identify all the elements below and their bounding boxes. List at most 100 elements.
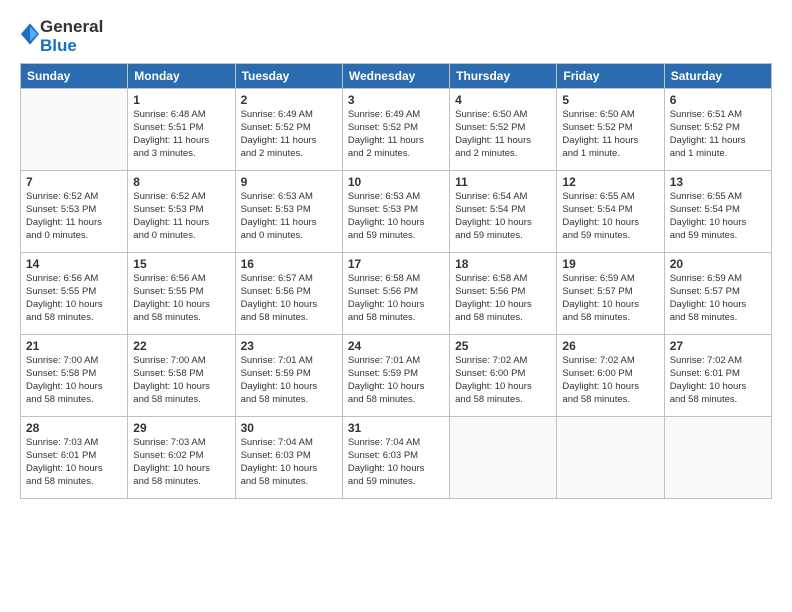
- day-number: 23: [241, 339, 337, 353]
- calendar-cell: 17Sunrise: 6:58 AM Sunset: 5:56 PM Dayli…: [342, 253, 449, 335]
- calendar-cell: 26Sunrise: 7:02 AM Sunset: 6:00 PM Dayli…: [557, 335, 664, 417]
- calendar-cell: 16Sunrise: 6:57 AM Sunset: 5:56 PM Dayli…: [235, 253, 342, 335]
- calendar-cell: 5 Sunrise: 6:50 AM Sunset: 5:52 PM Daylig…: [557, 89, 664, 171]
- calendar-cell: 9 Sunrise: 6:53 AM Sunset: 5:53 PM Daylig…: [235, 171, 342, 253]
- calendar-cell: 24 Sunrise: 7:01 AM Sunset: 5:59 PM Dayli…: [342, 335, 449, 417]
- day-info: Sunrise: 7:01 AM Sunset: 5:59 PM Dayligh…: [241, 355, 337, 406]
- calendar-cell: 11 Sunrise: 6:54 AM Sunset: 5:54 PM Dayli…: [450, 171, 557, 253]
- calendar-cell: 6 Sunrise: 6:51 AM Sunset: 5:52 PM Daylig…: [664, 89, 771, 171]
- day-number: 28: [26, 421, 122, 435]
- day-number: 9: [241, 175, 337, 189]
- day-info: Sunrise: 7:02 AM Sunset: 6:00 PM Dayligh…: [455, 355, 551, 406]
- day-number: 4: [455, 93, 551, 107]
- calendar-week-4: 28Sunrise: 7:03 AM Sunset: 6:01 PM Dayli…: [21, 417, 772, 499]
- calendar-cell: 25Sunrise: 7:02 AM Sunset: 6:00 PM Dayli…: [450, 335, 557, 417]
- logo-line1: General: [40, 18, 103, 37]
- day-info: Sunrise: 6:57 AM Sunset: 5:56 PM Dayligh…: [241, 273, 337, 324]
- day-info: Sunrise: 6:58 AM Sunset: 5:56 PM Dayligh…: [455, 273, 551, 324]
- header-saturday: Saturday: [664, 64, 771, 89]
- calendar-week-1: 7 Sunrise: 6:52 AM Sunset: 5:53 PM Daylig…: [21, 171, 772, 253]
- day-number: 10: [348, 175, 444, 189]
- calendar-cell: 21Sunrise: 7:00 AM Sunset: 5:58 PM Dayli…: [21, 335, 128, 417]
- day-number: 8: [133, 175, 229, 189]
- calendar-cell: 3Sunrise: 6:49 AM Sunset: 5:52 PM Daylig…: [342, 89, 449, 171]
- calendar-cell: [450, 417, 557, 499]
- calendar-cell: 15Sunrise: 6:56 AM Sunset: 5:55 PM Dayli…: [128, 253, 235, 335]
- day-info: Sunrise: 6:51 AM Sunset: 5:52 PM Dayligh…: [670, 109, 766, 160]
- calendar-cell: 31Sunrise: 7:04 AM Sunset: 6:03 PM Dayli…: [342, 417, 449, 499]
- day-number: 12: [562, 175, 658, 189]
- calendar-cell: 20Sunrise: 6:59 AM Sunset: 5:57 PM Dayli…: [664, 253, 771, 335]
- day-info: Sunrise: 6:50 AM Sunset: 5:52 PM Dayligh…: [562, 109, 658, 160]
- calendar-cell: 2 Sunrise: 6:49 AM Sunset: 5:52 PM Daylig…: [235, 89, 342, 171]
- day-info: Sunrise: 6:55 AM Sunset: 5:54 PM Dayligh…: [670, 191, 766, 242]
- day-number: 18: [455, 257, 551, 271]
- calendar-cell: [557, 417, 664, 499]
- header: General Blue: [20, 18, 772, 55]
- calendar-cell: 27 Sunrise: 7:02 AM Sunset: 6:01 PM Dayli…: [664, 335, 771, 417]
- day-number: 3: [348, 93, 444, 107]
- day-info: Sunrise: 7:02 AM Sunset: 6:01 PM Dayligh…: [670, 355, 766, 406]
- calendar-cell: 22 Sunrise: 7:00 AM Sunset: 5:58 PM Dayli…: [128, 335, 235, 417]
- calendar-cell: 7 Sunrise: 6:52 AM Sunset: 5:53 PM Daylig…: [21, 171, 128, 253]
- calendar-cell: [664, 417, 771, 499]
- day-number: 5: [562, 93, 658, 107]
- day-number: 11: [455, 175, 551, 189]
- calendar-cell: 13Sunrise: 6:55 AM Sunset: 5:54 PM Dayli…: [664, 171, 771, 253]
- logo-line2: Blue: [40, 37, 103, 56]
- day-info: Sunrise: 6:56 AM Sunset: 5:55 PM Dayligh…: [26, 273, 122, 324]
- day-number: 30: [241, 421, 337, 435]
- calendar-cell: 19 Sunrise: 6:59 AM Sunset: 5:57 PM Dayli…: [557, 253, 664, 335]
- day-info: Sunrise: 6:53 AM Sunset: 5:53 PM Dayligh…: [241, 191, 337, 242]
- header-thursday: Thursday: [450, 64, 557, 89]
- logo: General Blue: [20, 18, 103, 55]
- day-info: Sunrise: 6:52 AM Sunset: 5:53 PM Dayligh…: [133, 191, 229, 242]
- header-monday: Monday: [128, 64, 235, 89]
- day-number: 7: [26, 175, 122, 189]
- calendar-cell: 28Sunrise: 7:03 AM Sunset: 6:01 PM Dayli…: [21, 417, 128, 499]
- logo-icon: [21, 23, 39, 45]
- day-info: Sunrise: 7:00 AM Sunset: 5:58 PM Dayligh…: [133, 355, 229, 406]
- day-info: Sunrise: 7:04 AM Sunset: 6:03 PM Dayligh…: [241, 437, 337, 488]
- day-info: Sunrise: 7:01 AM Sunset: 5:59 PM Dayligh…: [348, 355, 444, 406]
- day-number: 2: [241, 93, 337, 107]
- calendar-cell: 29Sunrise: 7:03 AM Sunset: 6:02 PM Dayli…: [128, 417, 235, 499]
- day-number: 1: [133, 93, 229, 107]
- calendar-cell: [21, 89, 128, 171]
- day-info: Sunrise: 7:03 AM Sunset: 6:02 PM Dayligh…: [133, 437, 229, 488]
- day-number: 19: [562, 257, 658, 271]
- calendar-table: SundayMondayTuesdayWednesdayThursdayFrid…: [20, 63, 772, 499]
- day-info: Sunrise: 6:53 AM Sunset: 5:53 PM Dayligh…: [348, 191, 444, 242]
- calendar-cell: 8 Sunrise: 6:52 AM Sunset: 5:53 PM Daylig…: [128, 171, 235, 253]
- day-number: 24: [348, 339, 444, 353]
- calendar-cell: 4Sunrise: 6:50 AM Sunset: 5:52 PM Daylig…: [450, 89, 557, 171]
- header-tuesday: Tuesday: [235, 64, 342, 89]
- day-info: Sunrise: 6:49 AM Sunset: 5:52 PM Dayligh…: [241, 109, 337, 160]
- day-info: Sunrise: 6:55 AM Sunset: 5:54 PM Dayligh…: [562, 191, 658, 242]
- calendar-week-2: 14Sunrise: 6:56 AM Sunset: 5:55 PM Dayli…: [21, 253, 772, 335]
- calendar-week-0: 1 Sunrise: 6:48 AM Sunset: 5:51 PM Daylig…: [21, 89, 772, 171]
- header-friday: Friday: [557, 64, 664, 89]
- page: General Blue SundayMondayTuesdayWednesda…: [0, 0, 792, 612]
- day-info: Sunrise: 7:02 AM Sunset: 6:00 PM Dayligh…: [562, 355, 658, 406]
- day-info: Sunrise: 6:59 AM Sunset: 5:57 PM Dayligh…: [562, 273, 658, 324]
- header-sunday: Sunday: [21, 64, 128, 89]
- day-info: Sunrise: 6:52 AM Sunset: 5:53 PM Dayligh…: [26, 191, 122, 242]
- day-number: 15: [133, 257, 229, 271]
- day-number: 27: [670, 339, 766, 353]
- day-info: Sunrise: 6:48 AM Sunset: 5:51 PM Dayligh…: [133, 109, 229, 160]
- day-info: Sunrise: 7:04 AM Sunset: 6:03 PM Dayligh…: [348, 437, 444, 488]
- calendar-cell: 12 Sunrise: 6:55 AM Sunset: 5:54 PM Dayli…: [557, 171, 664, 253]
- calendar-header-row: SundayMondayTuesdayWednesdayThursdayFrid…: [21, 64, 772, 89]
- calendar-cell: 30 Sunrise: 7:04 AM Sunset: 6:03 PM Dayli…: [235, 417, 342, 499]
- day-info: Sunrise: 6:59 AM Sunset: 5:57 PM Dayligh…: [670, 273, 766, 324]
- day-number: 6: [670, 93, 766, 107]
- calendar-cell: 10 Sunrise: 6:53 AM Sunset: 5:53 PM Dayli…: [342, 171, 449, 253]
- day-number: 22: [133, 339, 229, 353]
- calendar-cell: 23 Sunrise: 7:01 AM Sunset: 5:59 PM Dayli…: [235, 335, 342, 417]
- day-number: 21: [26, 339, 122, 353]
- header-wednesday: Wednesday: [342, 64, 449, 89]
- calendar-cell: 1 Sunrise: 6:48 AM Sunset: 5:51 PM Daylig…: [128, 89, 235, 171]
- calendar-cell: 14Sunrise: 6:56 AM Sunset: 5:55 PM Dayli…: [21, 253, 128, 335]
- day-info: Sunrise: 6:54 AM Sunset: 5:54 PM Dayligh…: [455, 191, 551, 242]
